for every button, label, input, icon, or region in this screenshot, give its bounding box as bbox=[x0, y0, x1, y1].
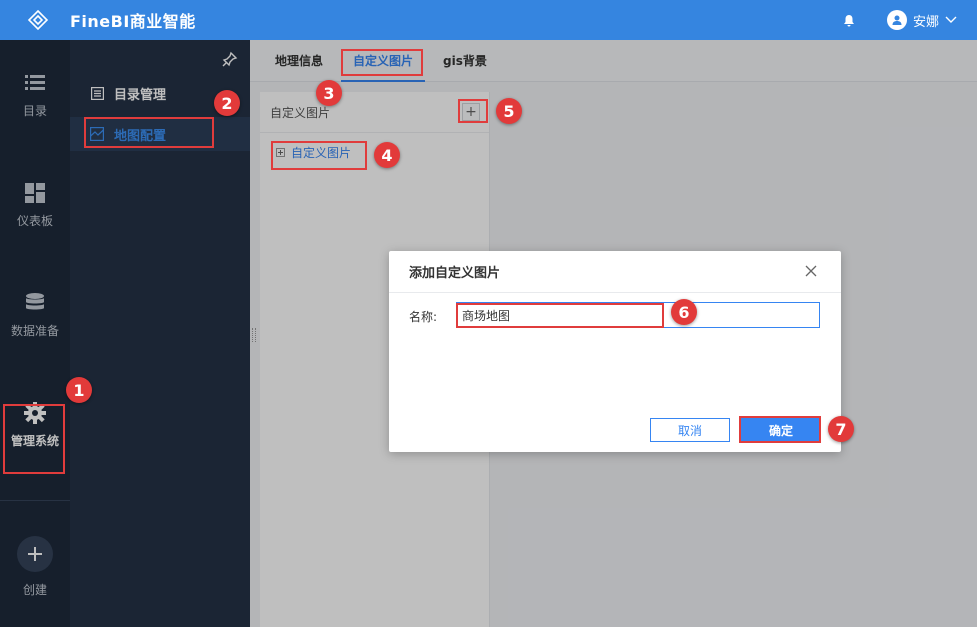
step-marker-4: 4 bbox=[374, 142, 400, 168]
step-marker-3: 3 bbox=[316, 80, 342, 106]
chevron-down-icon[interactable] bbox=[945, 16, 957, 24]
highlight-box-tree-item bbox=[271, 141, 367, 170]
close-icon[interactable] bbox=[805, 265, 819, 279]
highlight-box-name-input bbox=[456, 303, 664, 328]
step-marker-2: 2 bbox=[214, 90, 240, 116]
step-marker-7: 7 bbox=[828, 416, 854, 442]
highlight-box-confirm bbox=[739, 416, 821, 443]
dialog-header: 添加自定义图片 bbox=[389, 251, 841, 293]
user-avatar-icon[interactable] bbox=[886, 10, 907, 30]
name-label: 名称: bbox=[409, 310, 438, 324]
highlight-box-add bbox=[458, 99, 488, 123]
highlight-box-admin bbox=[3, 404, 65, 474]
step-marker-6: 6 bbox=[671, 299, 697, 325]
highlight-box-map-config bbox=[84, 117, 214, 148]
cancel-button[interactable]: 取消 bbox=[650, 418, 730, 442]
top-bar: FineBI商业智能 安娜 bbox=[0, 0, 977, 40]
username[interactable]: 安娜 bbox=[913, 11, 939, 30]
dialog-title: 添加自定义图片 bbox=[409, 266, 501, 281]
step-marker-1: 1 bbox=[66, 377, 92, 403]
finebi-logo-icon bbox=[20, 9, 56, 31]
app-title: FineBI商业智能 bbox=[70, 12, 196, 31]
bell-icon[interactable] bbox=[841, 12, 857, 28]
step-marker-5: 5 bbox=[496, 98, 522, 124]
highlight-box-custom-tab bbox=[341, 49, 423, 76]
